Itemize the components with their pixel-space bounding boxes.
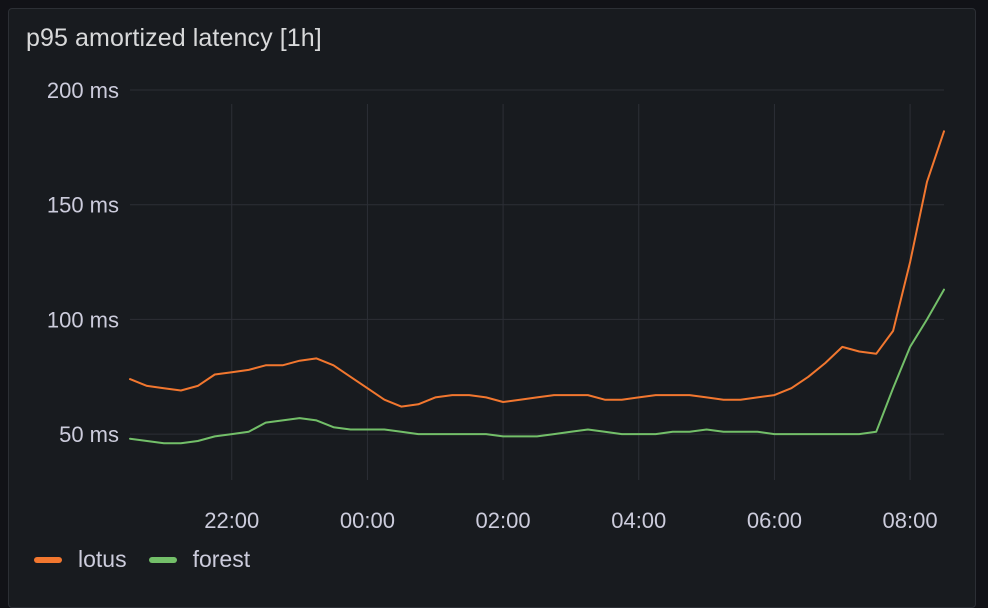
legend-item-forest[interactable]: forest xyxy=(148,546,251,573)
legend-swatch-lotus xyxy=(34,556,62,563)
grid xyxy=(130,89,944,480)
y-tick-label: 50 ms xyxy=(59,422,119,447)
x-tick-label: 06:00 xyxy=(747,508,802,533)
y-tick-label: 200 ms xyxy=(47,78,119,103)
x-axis: 22:00 00:00 02:00 04:00 06:00 08:00 xyxy=(204,508,937,533)
legend-label-lotus: lotus xyxy=(78,546,127,572)
legend-label-forest: forest xyxy=(192,546,251,572)
y-tick-label: 150 ms xyxy=(47,193,119,218)
x-tick-label: 00:00 xyxy=(340,508,395,533)
series-line-lotus[interactable] xyxy=(129,130,945,408)
line-chart: 50 ms 100 ms 150 ms 200 ms 22:00 00:00 02:00 0… xyxy=(47,78,945,533)
legend-swatch-forest xyxy=(148,556,177,563)
series-lines[interactable] xyxy=(129,130,945,445)
x-tick-label: 22:00 xyxy=(204,508,259,533)
x-tick-label: 08:00 xyxy=(883,508,938,533)
legend-item-lotus[interactable]: lotus xyxy=(34,546,127,573)
y-axis: 50 ms 100 ms 150 ms 200 ms xyxy=(47,78,119,447)
legend: lotus forest xyxy=(34,546,250,573)
x-tick-label: 04:00 xyxy=(611,508,666,533)
y-tick-label: 100 ms xyxy=(47,307,119,332)
x-tick-label: 02:00 xyxy=(476,508,531,533)
